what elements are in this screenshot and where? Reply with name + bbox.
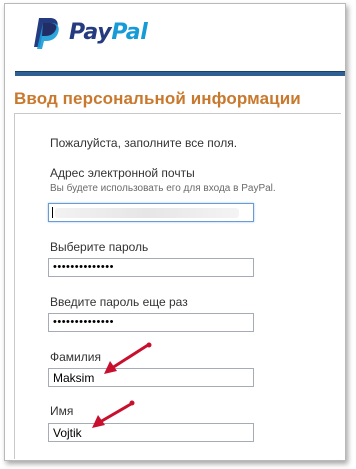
red-arrow-icon bbox=[92, 400, 135, 428]
red-arrow-icon bbox=[104, 342, 152, 374]
annotation-arrows bbox=[92, 342, 152, 428]
